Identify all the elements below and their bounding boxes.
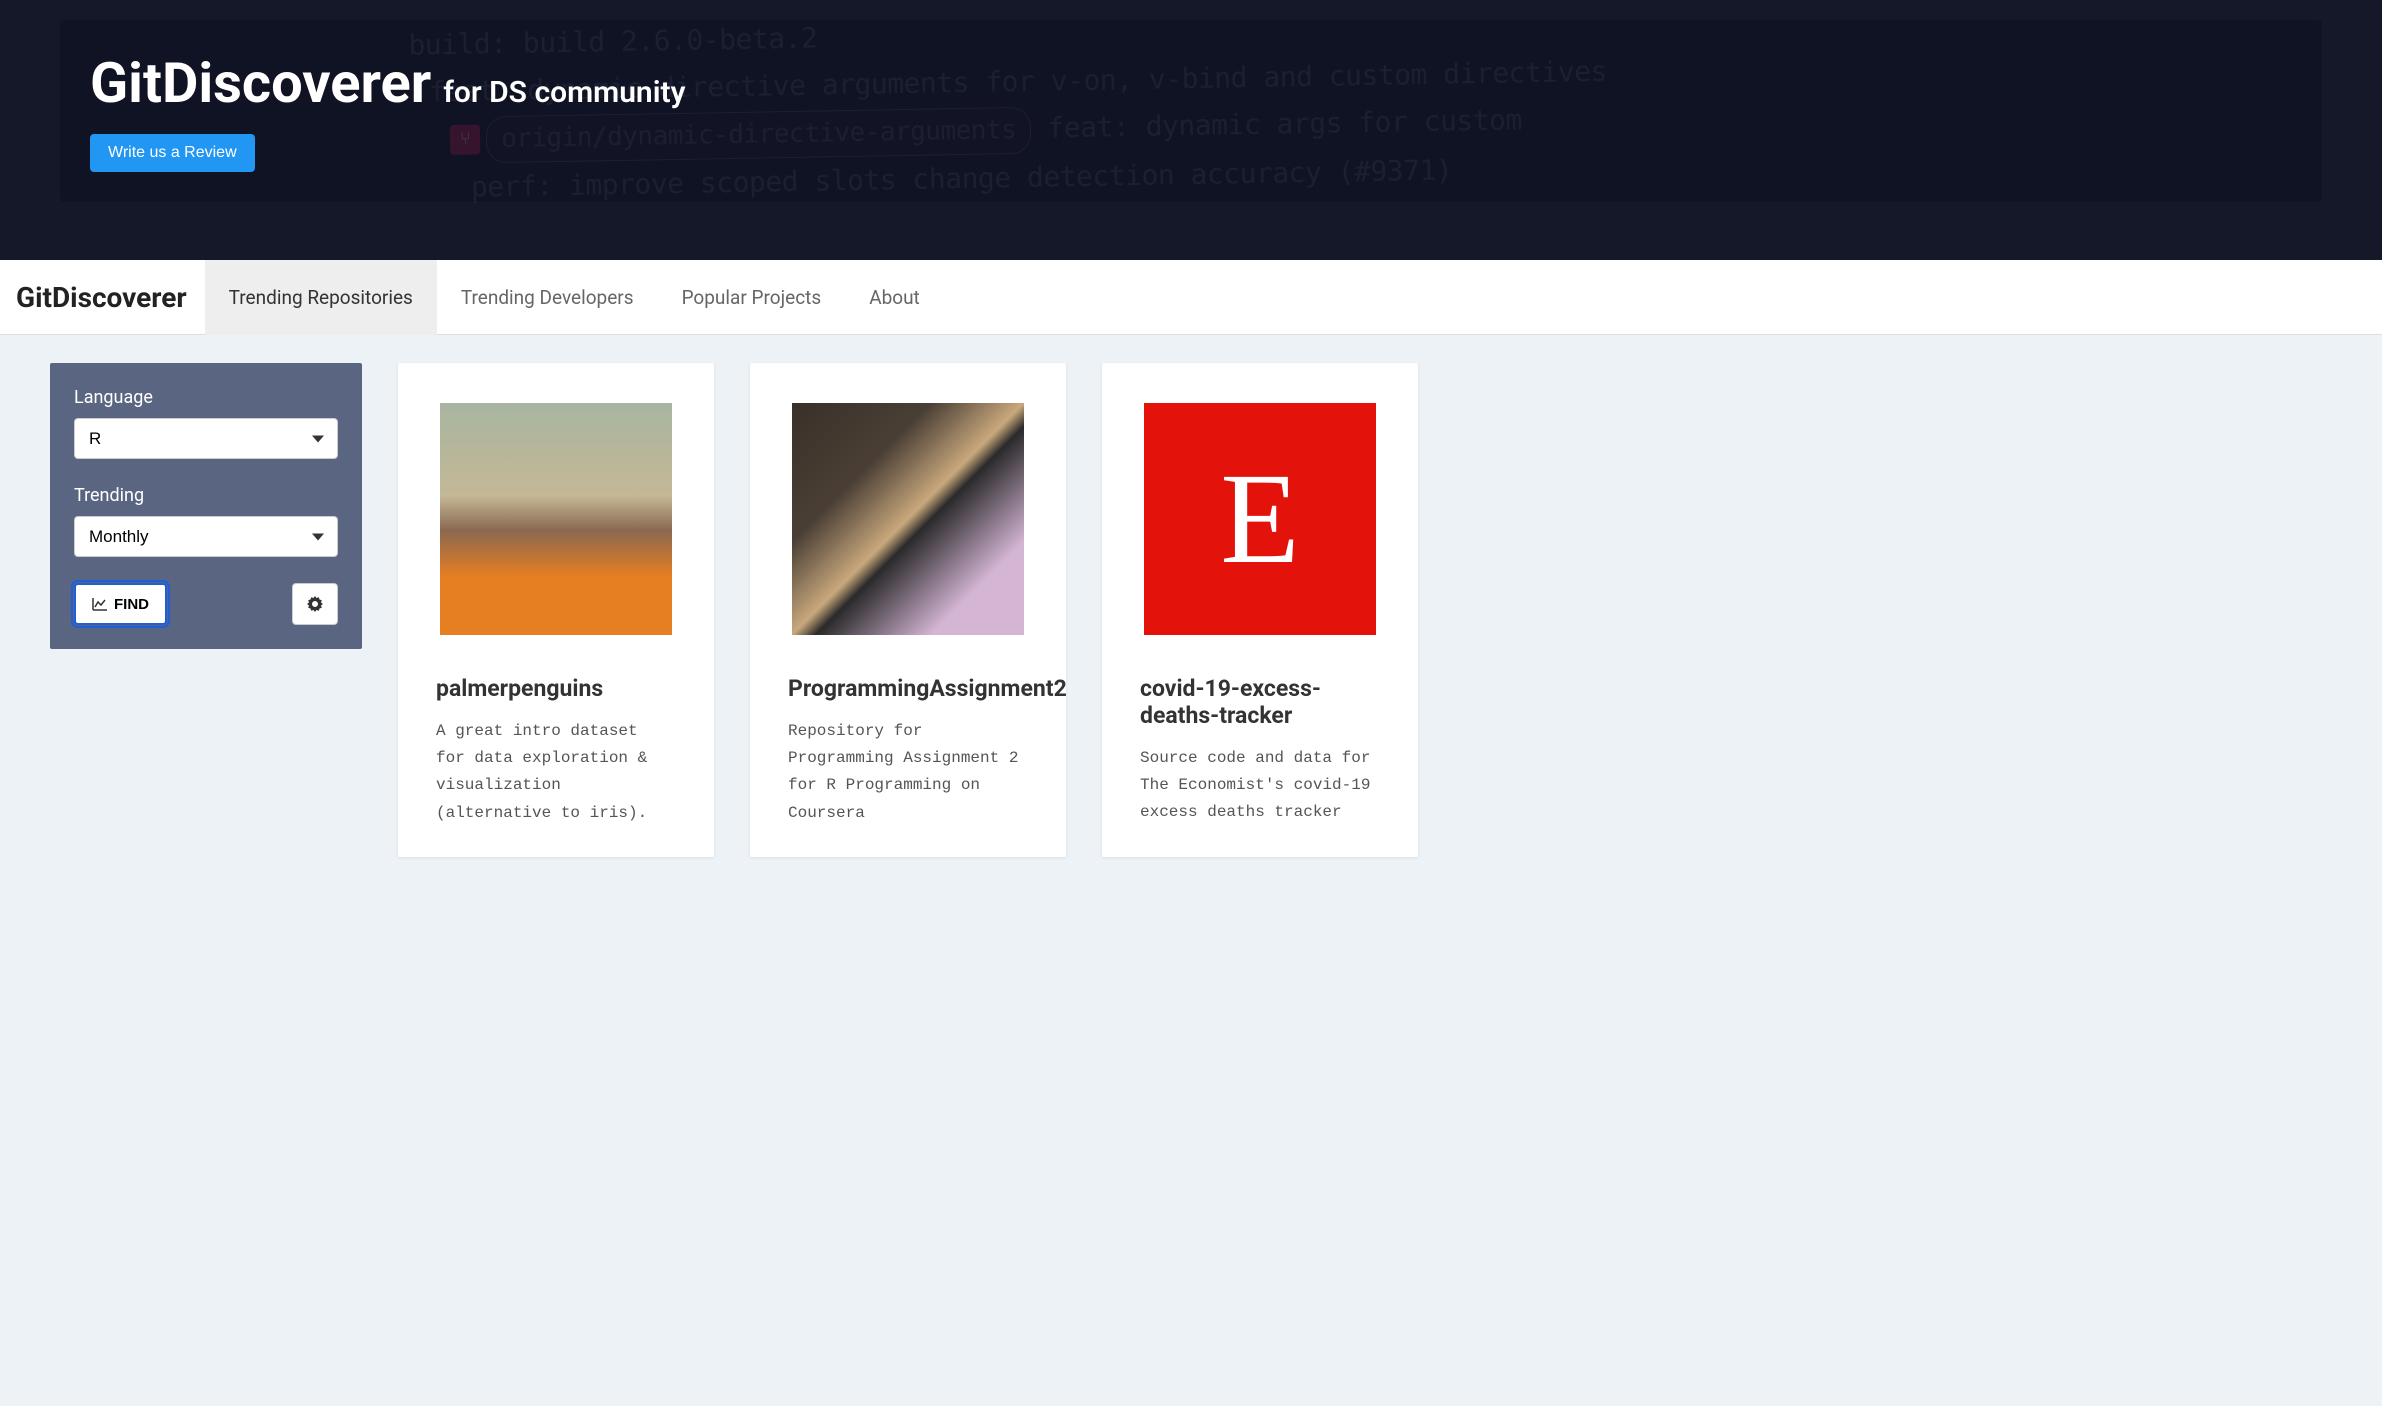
repo-name: covid-19-excess-deaths-tracker	[1140, 675, 1380, 729]
language-select[interactable]: R	[74, 418, 338, 459]
repo-description: Source code and data for The Economist's…	[1140, 745, 1380, 827]
settings-button[interactable]	[292, 583, 338, 625]
repo-description: Repository for Programming Assignment 2 …	[788, 718, 1028, 827]
repo-cards: palmerpenguins A great intro dataset for…	[398, 363, 2332, 857]
hero-banner: build: build 2.6.0-beta.2 feat: dynamic …	[0, 0, 2382, 260]
repo-description: A great intro dataset for data explorati…	[436, 718, 676, 827]
hero-content-box: GitDiscoverer for DS community Write us …	[60, 20, 2322, 202]
hero-title: GitDiscoverer	[90, 50, 431, 116]
repo-name: palmerpenguins	[436, 675, 676, 702]
navbar: GitDiscoverer Trending Repositories Tren…	[0, 260, 2382, 335]
nav-trending-repositories[interactable]: Trending Repositories	[205, 260, 437, 335]
nav-trending-developers[interactable]: Trending Developers	[437, 260, 658, 335]
repo-card[interactable]: ProgrammingAssignment2 Repository for Pr…	[750, 363, 1066, 857]
nav-brand[interactable]: GitDiscoverer	[12, 281, 205, 314]
nav-about[interactable]: About	[845, 260, 944, 335]
repo-card[interactable]: palmerpenguins A great intro dataset for…	[398, 363, 714, 857]
write-review-button[interactable]: Write us a Review	[90, 134, 255, 172]
repo-avatar	[440, 403, 672, 635]
filter-sidebar: Language R Trending Monthly FIND	[50, 363, 362, 649]
chart-icon	[92, 597, 108, 611]
find-button[interactable]: FIND	[74, 583, 167, 625]
repo-name: ProgrammingAssignment2	[788, 675, 1028, 702]
main-content: Language R Trending Monthly FIND	[0, 335, 2382, 885]
trending-select[interactable]: Monthly	[74, 516, 338, 557]
trending-label: Trending	[74, 485, 338, 506]
repo-card[interactable]: E covid-19-excess-deaths-tracker Source …	[1102, 363, 1418, 857]
hero-subtitle: for DS community	[443, 75, 685, 110]
repo-avatar: E	[1144, 403, 1376, 635]
repo-avatar	[792, 403, 1024, 635]
gear-icon	[307, 596, 323, 612]
nav-popular-projects[interactable]: Popular Projects	[658, 260, 846, 335]
language-label: Language	[74, 387, 338, 408]
